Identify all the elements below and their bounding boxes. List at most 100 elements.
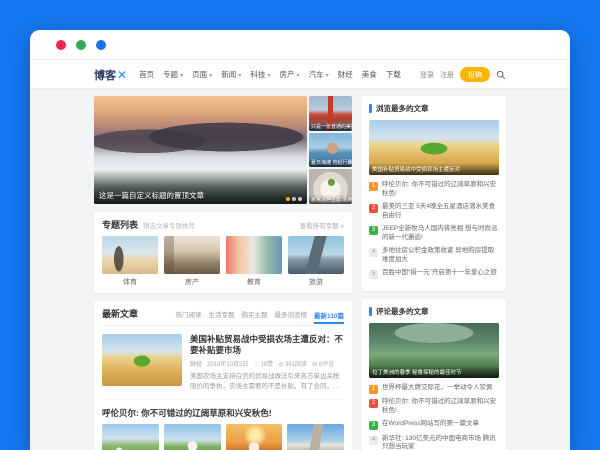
chevron-down-icon: ▾: [238, 73, 241, 79]
ranked-article-title: 呼伦贝尔: 你不可错过的辽阔草原和兴安秋色!: [382, 398, 499, 416]
tab-life-topics[interactable]: 生活专题: [209, 309, 235, 319]
topic-card-property[interactable]: 房产: [164, 236, 220, 287]
tab-most-viewed[interactable]: 最多浏览榜: [275, 309, 308, 319]
logo-text: 博客: [94, 67, 116, 83]
ranked-article-title: 最美的三亚 5天4晚全五星酒店潜水美食自由行: [382, 203, 499, 221]
rank-badge: 5: [369, 270, 378, 279]
nav-item-food[interactable]: 美食: [362, 69, 377, 80]
nav-item-finance[interactable]: 财经: [338, 69, 353, 80]
carousel-dot[interactable]: [292, 197, 296, 201]
nav-item-property[interactable]: 房产 ▾: [280, 69, 300, 80]
topic-card-travel[interactable]: 旅游: [288, 236, 344, 287]
topic-card-sports[interactable]: 体育: [102, 236, 158, 287]
login-link[interactable]: 登录: [420, 70, 434, 80]
list-item[interactable]: 4 新华社: 130亿美元的中国电商市场 腾讯只想当玩家: [369, 435, 499, 450]
list-item[interactable]: 4 多地住房公积金政策收紧 异地购房提取难度加大: [369, 247, 499, 265]
gallery-thumbnail[interactable]: [287, 424, 344, 450]
comments-icon: ✉: [312, 362, 317, 368]
rank-badge: 2: [369, 399, 378, 408]
nav-item-news[interactable]: 新闻 ▾: [221, 69, 241, 80]
widget-featured-caption: 拉丁美洲的春季 秘鲁探秘的最佳时节: [369, 366, 499, 378]
carousel-caption[interactable]: 这是一篇自定义标题的置顶文章: [99, 190, 204, 201]
ranked-article-title: 多地住房公积金政策收紧 异地购房提取难度加大: [382, 247, 499, 265]
article-thumbnail[interactable]: [102, 334, 182, 386]
gallery-thumbnail[interactable]: [102, 424, 159, 450]
nav-item-tech[interactable]: 科技 ▾: [250, 69, 270, 80]
article-title[interactable]: 美国补贴贸易战中受损农场主遭反对：不要补贴要市场: [190, 334, 344, 356]
topic-image: [102, 236, 158, 274]
tab-latest-active[interactable]: 最新110篇: [314, 310, 344, 324]
nav-item-download[interactable]: 下载: [386, 69, 401, 80]
rank-badge: 3: [369, 226, 378, 235]
main-nav: 首页 专题 ▾ 页面 ▾ 新闻 ▾ 科技 ▾ 房产 ▾ 汽车 ▾ 财经 美食 下…: [139, 69, 420, 80]
topic-image: [226, 236, 282, 274]
article-gallery: [102, 424, 344, 450]
chevron-down-icon: ▾: [297, 73, 300, 79]
article-category[interactable]: 财经: [190, 359, 202, 368]
tab-hot-reads[interactable]: 热门阅读: [176, 309, 202, 319]
rank-badge: 2: [369, 204, 378, 213]
article-date: 2018年10月2日: [207, 359, 248, 368]
featured-thumb-caption: 只是一张普通的美图: [309, 122, 352, 131]
chevron-down-icon: ▾: [267, 73, 270, 79]
widget-featured-image[interactable]: 拉丁美洲的春季 秘鲁探秘的最佳时节: [369, 323, 499, 378]
gallery-thumbnail[interactable]: [164, 424, 221, 450]
tab-buy-theme[interactable]: 购买主题: [242, 309, 268, 319]
most-viewed-widget: 浏览最多的文章 美国补贴贸易战中受损农场主遭反对 1 呼伦贝尔: 你不可错过的辽…: [362, 96, 506, 291]
topic-label: 教育: [226, 277, 282, 287]
ranked-article-list: 1 呼伦贝尔: 你不可错过的辽阔草原和兴安秋色! 2 最美的三亚 5天4晚全五星…: [369, 181, 499, 279]
article-excerpt: 美国农场主支持白宫的贸易战做法引来各方单边关税限价的争执，农场主需要的不是补贴，…: [190, 372, 344, 391]
register-link[interactable]: 注册: [440, 70, 454, 80]
nav-item-home[interactable]: 首页: [139, 69, 154, 80]
featured-thumb-beach[interactable]: 夏日海滩 背起行囊去旅行: [309, 133, 352, 168]
latest-articles-section: 最新文章 热门阅读 生活专题 购买主题 最多浏览榜 最新110篇: [94, 301, 352, 450]
nav-item-pages[interactable]: 页面 ▾: [192, 69, 212, 80]
carousel-dot[interactable]: [286, 197, 290, 201]
topic-card-education[interactable]: 教育: [226, 236, 282, 287]
featured-thumb-food[interactable]: 家常凉拌豆腐 清爽美味: [309, 169, 352, 204]
window-titlebar[interactable]: [30, 30, 570, 60]
search-icon[interactable]: [496, 70, 506, 80]
topics-title: 专题列表: [102, 218, 138, 231]
maximize-window-dot[interactable]: [96, 40, 106, 50]
topics-more-link[interactable]: 查看所有专题 »: [300, 220, 344, 230]
list-item[interactable]: 2 最美的三亚 5天4晚全五星酒店潜水美食自由行: [369, 203, 499, 221]
topic-label: 体育: [102, 277, 158, 287]
carousel-dots: [286, 197, 302, 201]
featured-thumb-bridge[interactable]: 只是一张普通的美图: [309, 96, 352, 131]
carousel-slide-image[interactable]: 这是一篇自定义标题的置顶文章: [94, 96, 307, 204]
widget-title: 浏览最多的文章: [376, 103, 429, 114]
article-title[interactable]: 呼伦贝尔: 你不可错过的辽阔草原和兴安秋色!: [102, 408, 344, 419]
widget-title: 评论最多的文章: [376, 306, 429, 317]
carousel-dot[interactable]: [298, 197, 302, 201]
site-header: 博客 ✕ 首页 专题 ▾ 页面 ▾ 新闻 ▾ 科技 ▾ 房产 ▾ 汽车 ▾ 财经…: [30, 61, 570, 88]
list-item[interactable]: 5 百胜中国“捐一元”开启第十一年爱心之旅: [369, 269, 499, 279]
article-comments[interactable]: 8评论: [319, 362, 334, 368]
minimize-window-dot[interactable]: [76, 40, 86, 50]
ranked-article-title: 呼伦贝尔: 你不可错过的辽阔草原和兴安秋色!: [382, 181, 499, 199]
ranked-article-list: 1 世界杯最大牌交际花，一举动令人钦佩 2 呼伦贝尔: 你不可错过的辽阔草原和兴…: [369, 384, 499, 450]
nav-item-topics[interactable]: 专题 ▾: [163, 69, 183, 80]
widget-accent-bar: [369, 307, 372, 316]
chevron-down-icon: ▾: [326, 73, 329, 79]
gallery-thumbnail[interactable]: [226, 424, 283, 450]
ranked-article-title: 新华社: 130亿美元的中国电商市场 腾讯只想当玩家: [382, 435, 499, 450]
widget-featured-image[interactable]: 美国补贴贸易战中受损农场主遭反对: [369, 120, 499, 175]
chevron-down-icon: ▾: [209, 73, 212, 79]
featured-thumb-caption: 夏日海滩 背起行囊去旅行: [309, 158, 352, 167]
list-item[interactable]: 3 JEEP全新牧马人国内将亮相 想与时尚派的新一代邂逅!: [369, 225, 499, 243]
topics-section: 专题列表 精选文章专题推荐 查看所有专题 » 体育 房产: [94, 212, 352, 293]
submit-post-button[interactable]: 投稿: [460, 67, 490, 82]
ranked-article-title: JEEP全新牧马人国内将亮相 想与时尚派的新一代邂逅!: [382, 225, 499, 243]
rank-badge: 1: [369, 182, 378, 191]
list-item[interactable]: 3 在WordPress网站写的第一篇文章: [369, 420, 499, 430]
topic-image: [288, 236, 344, 274]
topic-image: [164, 236, 220, 274]
article-meta: 财经 2018年10月2日 ♡ 18赞 ◎ 361阅读 ✉ 8评论: [190, 359, 344, 368]
list-item[interactable]: 2 呼伦贝尔: 你不可错过的辽阔草原和兴安秋色!: [369, 398, 499, 416]
list-item[interactable]: 1 世界杯最大牌交际花，一举动令人钦佩: [369, 384, 499, 394]
site-logo[interactable]: 博客 ✕: [94, 67, 127, 83]
nav-item-cars[interactable]: 汽车 ▾: [309, 69, 329, 80]
close-window-dot[interactable]: [56, 40, 66, 50]
list-item[interactable]: 1 呼伦贝尔: 你不可错过的辽阔草原和兴安秋色!: [369, 181, 499, 199]
